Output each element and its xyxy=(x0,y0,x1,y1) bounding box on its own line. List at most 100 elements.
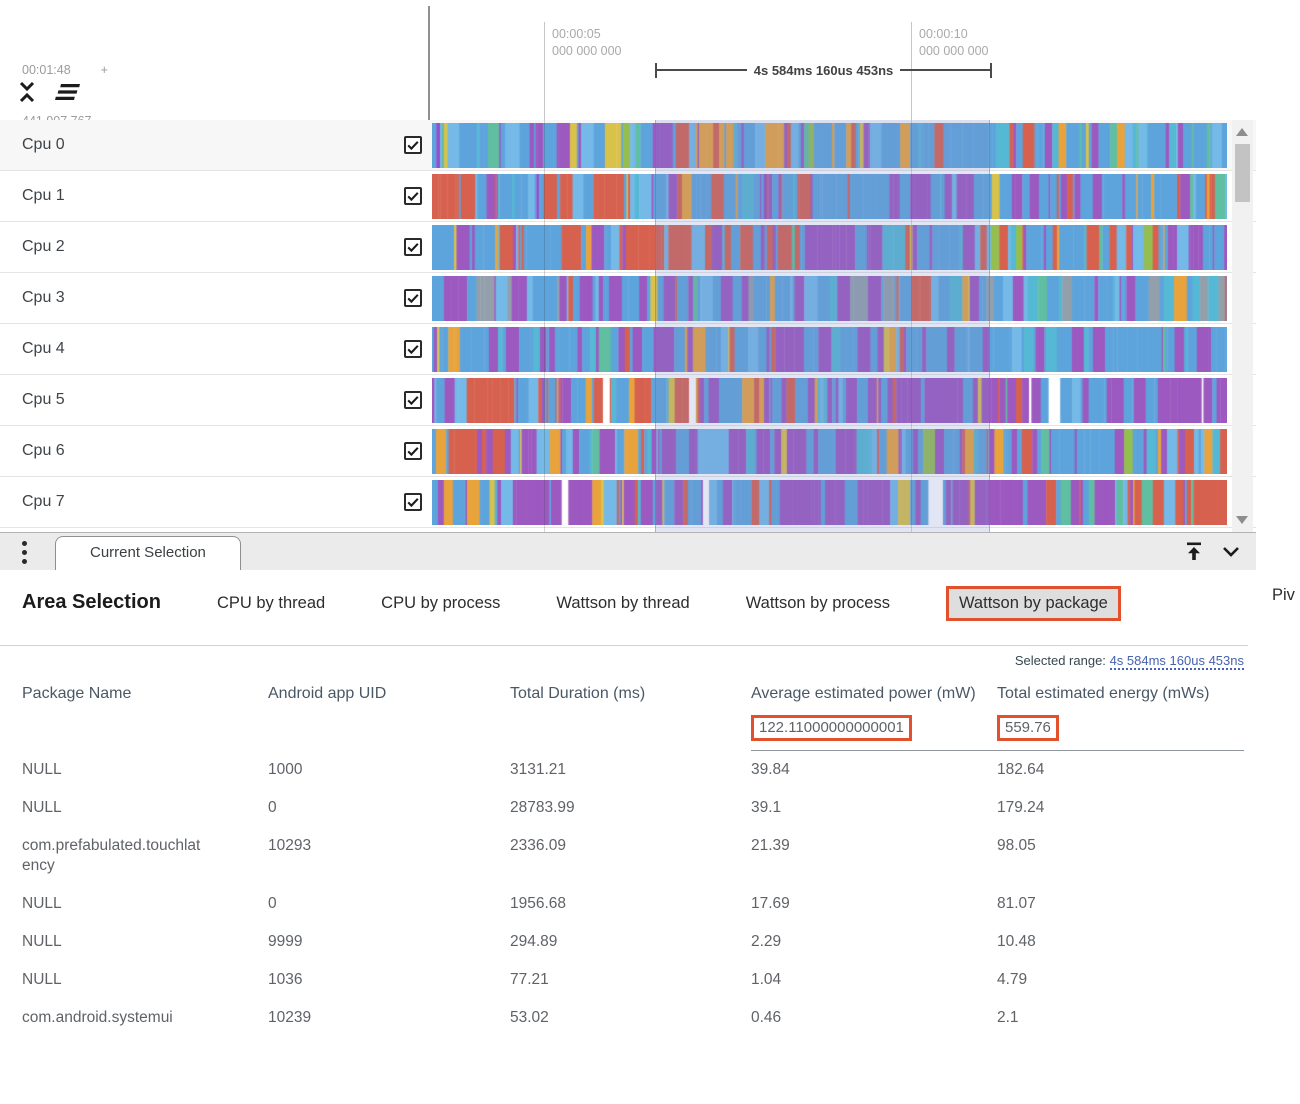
selected-range-value-link[interactable]: 4s 584ms 160us 453ns xyxy=(1110,653,1244,670)
selected-range-row: Selected range: 4s 584ms 160us 453ns xyxy=(0,653,1244,668)
table-cell: 3131.21 xyxy=(510,751,751,789)
table-cell: NULL xyxy=(22,923,218,961)
table-cell: NULL xyxy=(22,789,218,827)
time-tick xyxy=(544,22,545,120)
table-cell: 98.05 xyxy=(997,827,1244,885)
table-cell: 182.64 xyxy=(997,751,1244,789)
timeline-ruler: 00:01:48+ 441 907 767 00:00:05 000 000 0… xyxy=(0,0,1256,120)
details-panel-tabbar: Current Selection xyxy=(0,532,1256,570)
track-label-cell: Cpu 7 xyxy=(0,477,432,527)
track-title: Cpu 2 xyxy=(22,238,65,256)
table-cell: NULL xyxy=(22,961,218,999)
track-checkbox[interactable] xyxy=(404,391,422,409)
track-label-cell: Cpu 4 xyxy=(0,324,432,374)
tab-wattson-by-package[interactable]: Wattson by package xyxy=(946,586,1121,621)
time-tick-label: 00:00:10 000 000 000 xyxy=(919,26,989,60)
unfold-less-icon[interactable] xyxy=(16,80,38,104)
viewport-left-edge xyxy=(428,6,430,120)
track-title: Cpu 6 xyxy=(22,442,65,460)
vertical-scrollbar[interactable] xyxy=(1232,120,1253,532)
divider xyxy=(0,645,1248,646)
tab-cpu-by-process[interactable]: CPU by process xyxy=(381,594,500,613)
track-checkbox[interactable] xyxy=(404,493,422,511)
track-checkbox[interactable] xyxy=(404,340,422,358)
panel-title: Area Selection xyxy=(22,591,161,614)
table-cell: 10239 xyxy=(268,999,510,1037)
table-cell: 10293 xyxy=(268,827,510,885)
table-cell: 1036 xyxy=(268,961,510,999)
track-title: Cpu 1 xyxy=(22,187,65,205)
perfetto-trace-viewer: 00:01:48+ 441 907 767 00:00:05 000 000 0… xyxy=(0,0,1300,1104)
col-header-android-app-uid: Android app UID xyxy=(268,676,510,705)
tab-cpu-by-thread[interactable]: CPU by thread xyxy=(217,594,325,613)
table-cell: com.prefabulated.touchlatency xyxy=(22,827,218,885)
track-row-cpu-6[interactable]: Cpu 6 xyxy=(0,426,1256,477)
track-checkbox[interactable] xyxy=(404,136,422,154)
track-checkbox[interactable] xyxy=(404,289,422,307)
table-cell: 39.84 xyxy=(751,751,997,789)
table-cell: com.android.systemui xyxy=(22,999,218,1037)
track-checkbox[interactable] xyxy=(404,238,422,256)
track-row-cpu-3[interactable]: Cpu 3 xyxy=(0,273,1256,324)
tab-piv[interactable]: Piv xyxy=(1272,586,1295,605)
tab-wattson-by-thread[interactable]: Wattson by thread xyxy=(556,594,689,613)
table-cell: 2.29 xyxy=(751,923,997,961)
gridline xyxy=(544,120,545,532)
tab-wattson-by-process[interactable]: Wattson by process xyxy=(746,594,890,613)
track-row-cpu-7[interactable]: Cpu 7 xyxy=(0,477,1256,528)
track-label-cell: Cpu 5 xyxy=(0,375,432,425)
col-header-package-name: Package Name xyxy=(22,676,268,705)
vertical-align-top-icon[interactable] xyxy=(1182,539,1206,563)
cursor-plus: + xyxy=(101,63,108,77)
selection-duration-bracket: 4s 584ms 160us 453ns xyxy=(655,62,992,78)
table-cell: 294.89 xyxy=(510,923,751,961)
time-tick-label: 00:00:05 000 000 000 xyxy=(552,26,622,60)
track-row-cpu-1[interactable]: Cpu 1 xyxy=(0,171,1256,222)
table-cell: 17.69 xyxy=(751,885,997,923)
cpu-tracks-area: Cpu 0 Cpu 1 Cpu 2 Cpu 3 Cpu 4 Cpu 5 Cpu 6 Cpu 7 xyxy=(0,120,1256,532)
cursor-time: 00:01:48 xyxy=(22,63,71,77)
more-vert-icon[interactable] xyxy=(22,541,28,568)
table-cell: 28783.99 xyxy=(510,789,751,827)
track-title: Cpu 3 xyxy=(22,289,65,307)
col-header-average-power: Average estimated power (mW) xyxy=(751,676,997,705)
track-title: Cpu 5 xyxy=(22,391,65,409)
table-cell: 0 xyxy=(268,789,510,827)
table-cell: NULL xyxy=(22,751,218,789)
table-cell: 9999 xyxy=(268,923,510,961)
chevron-down-icon[interactable] xyxy=(1220,540,1242,562)
table-cell: 0 xyxy=(268,885,510,923)
table-cell: NULL xyxy=(22,885,218,923)
col-header-total-energy: Total estimated energy (mWs) xyxy=(997,676,1244,705)
table-cell: 1956.68 xyxy=(510,885,751,923)
area-selection-overlay[interactable] xyxy=(655,120,990,532)
table-cell: 81.07 xyxy=(997,885,1244,923)
track-title: Cpu 7 xyxy=(22,493,65,511)
scroll-down-icon[interactable] xyxy=(1236,516,1248,524)
track-label-cell: Cpu 2 xyxy=(0,222,432,272)
table-cell: 39.1 xyxy=(751,789,997,827)
scrollbar-thumb[interactable] xyxy=(1235,144,1250,202)
table-cell: 0.46 xyxy=(751,999,997,1037)
selected-range-label: Selected range: xyxy=(1015,653,1106,668)
col-header-total-duration: Total Duration (ms) xyxy=(510,676,751,705)
track-label-cell: Cpu 0 xyxy=(0,120,432,170)
track-row-cpu-2[interactable]: Cpu 2 xyxy=(0,222,1256,273)
wattson-package-table: Package Name Android app UID Total Durat… xyxy=(22,676,1300,1037)
track-checkbox[interactable] xyxy=(404,442,422,460)
table-cell: 10.48 xyxy=(997,923,1244,961)
track-checkbox[interactable] xyxy=(404,187,422,205)
tab-current-selection[interactable]: Current Selection xyxy=(55,536,241,570)
track-title: Cpu 0 xyxy=(22,136,65,154)
track-row-cpu-0[interactable]: Cpu 0 xyxy=(0,120,1256,171)
summary-total-energy-annotated: 559.76 xyxy=(997,715,1059,741)
table-cell: 1000 xyxy=(268,751,510,789)
track-title: Cpu 4 xyxy=(22,340,65,358)
track-row-cpu-4[interactable]: Cpu 4 xyxy=(0,324,1256,375)
track-row-cpu-5[interactable]: Cpu 5 xyxy=(0,375,1256,426)
sort-tracks-icon[interactable] xyxy=(54,82,82,102)
table-cell: 2336.09 xyxy=(510,827,751,885)
table-cell: 1.04 xyxy=(751,961,997,999)
selection-duration-label: 4s 584ms 160us 453ns xyxy=(754,63,894,78)
scroll-up-icon[interactable] xyxy=(1236,128,1248,136)
